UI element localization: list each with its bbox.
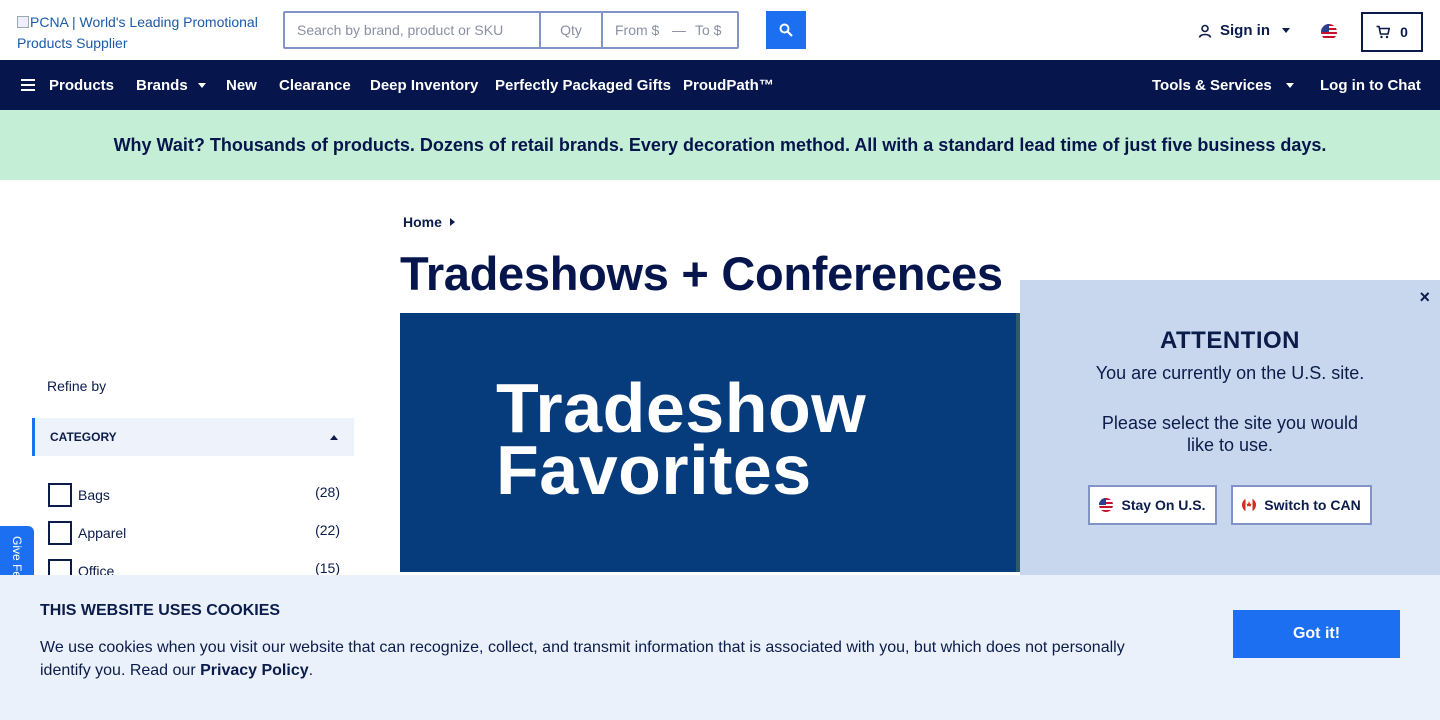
cart-count: 0 [1400,24,1408,40]
nav-deep-inventory-label: Deep Inventory [370,76,479,94]
cookie-accept-button[interactable]: Got it! [1233,610,1400,658]
sign-in-menu[interactable]: Sign in [1198,22,1290,39]
hero-line-2: Favorites [496,431,812,509]
search-button[interactable] [766,11,806,49]
category-item[interactable]: Apparel (22) [48,521,340,559]
hero-image: Tradeshow Favorites [400,313,1020,572]
sign-in-label: Sign in [1220,22,1270,39]
category-count: (28) [315,484,340,500]
nav-perfectly-packaged[interactable]: Perfectly Packaged Gifts [495,60,671,110]
nav-tools-label: Tools & Services [1152,76,1272,94]
category-item[interactable]: Bags (28) [48,483,340,521]
nav-brands[interactable]: Brands [136,60,206,110]
cookie-heading: THIS WEBSITE USES COOKIES [40,602,281,619]
nav-perfectly-packaged-label: Perfectly Packaged Gifts [495,76,671,94]
breadcrumb-home[interactable]: Home [403,214,442,230]
hero-text: Tradeshow Favorites [496,369,867,509]
chevron-down-icon [1282,28,1290,33]
nav-tools-services[interactable]: Tools & Services [1152,60,1294,110]
chevron-up-icon [330,434,338,440]
nav-deep-inventory[interactable]: Deep Inventory [370,60,478,110]
price-range-dash: — [672,22,686,38]
nav-products[interactable]: Products [21,60,114,110]
hamburger-icon [21,79,35,91]
privacy-policy-link[interactable]: Privacy Policy [200,662,309,679]
switch-can-button[interactable]: Switch to CAN [1231,485,1372,525]
nav-brands-label: Brands [136,76,188,94]
category-header-label: CATEGORY [50,430,117,444]
page: PCNA | World's Leading Promotional Produ… [0,0,1440,720]
price-from-input[interactable] [603,13,669,47]
nav-proudpath[interactable]: ProudPath™ [683,60,774,110]
nav-products-label: Products [49,76,115,94]
category-label: Apparel [78,525,127,541]
attention-current-site: You are currently on the U.S. site. [1095,363,1365,383]
category-filter-header[interactable]: CATEGORY [32,418,354,456]
chevron-right-icon [449,218,455,226]
category-count: (15) [315,560,340,576]
chevron-down-icon [1285,82,1294,88]
qty-input[interactable] [541,13,603,47]
nav-clearance[interactable]: Clearance [279,60,351,110]
logo-alt-text: PCNA | World's Leading Promotional Produ… [17,14,258,51]
nav-new-label: New [226,76,257,94]
search-group: — [283,11,739,49]
broken-image-icon [17,16,29,28]
cart-icon [1376,25,1391,39]
nav-chat-login[interactable]: Log in to Chat [1320,60,1421,110]
top-header: PCNA | World's Leading Promotional Produ… [0,0,1440,60]
nav-proudpath-label: ProudPath™ [683,76,774,94]
chevron-down-icon [197,82,206,88]
category-count: (22) [315,522,340,538]
breadcrumb[interactable]: Home [403,214,455,230]
nav-new[interactable]: New [226,60,257,110]
category-label: Bags [78,487,110,503]
user-icon [1198,24,1212,38]
promo-banner: Why Wait? Thousands of products. Dozens … [0,110,1440,180]
category-checkbox[interactable] [48,483,72,507]
nav-chat-label: Log in to Chat [1320,76,1421,94]
refine-label: Refine by [47,378,107,394]
main-nav: Products Brands New Clearance Deep Inven… [0,60,1440,110]
site-selector-popup: × ATTENTION You are currently on the U.S… [1020,280,1440,580]
search-icon [779,23,793,37]
stay-us-button[interactable]: Stay On U.S. [1088,485,1217,525]
promo-banner-text: Why Wait? Thousands of products. Dozens … [113,134,1327,155]
stay-us-label: Stay On U.S. [1121,497,1206,513]
category-checkbox[interactable] [48,521,72,545]
cookie-period: . [308,662,314,679]
us-flag-icon[interactable] [1321,24,1337,40]
page-title: Tradeshows + Conferences [400,247,1003,300]
logo[interactable]: PCNA | World's Leading Promotional Produ… [17,12,267,54]
nav-clearance-label: Clearance [279,76,351,94]
cookie-banner: THIS WEBSITE USES COOKIES We use cookies… [0,575,1440,720]
cart-button[interactable]: 0 [1361,12,1423,52]
search-input[interactable] [285,13,541,47]
attention-heading: ATTENTION [1159,327,1301,354]
switch-can-label: Switch to CAN [1264,497,1361,513]
hero-line-1: Tradeshow [496,369,867,447]
cookie-text: We use cookies when you visit our websit… [40,636,1160,682]
attention-select-prompt: Please select the site you would like to… [1101,413,1359,455]
canada-flag-icon [1242,498,1257,512]
close-icon[interactable]: × [1419,288,1430,306]
price-to-input[interactable] [689,13,737,47]
us-flag-icon [1099,498,1114,512]
